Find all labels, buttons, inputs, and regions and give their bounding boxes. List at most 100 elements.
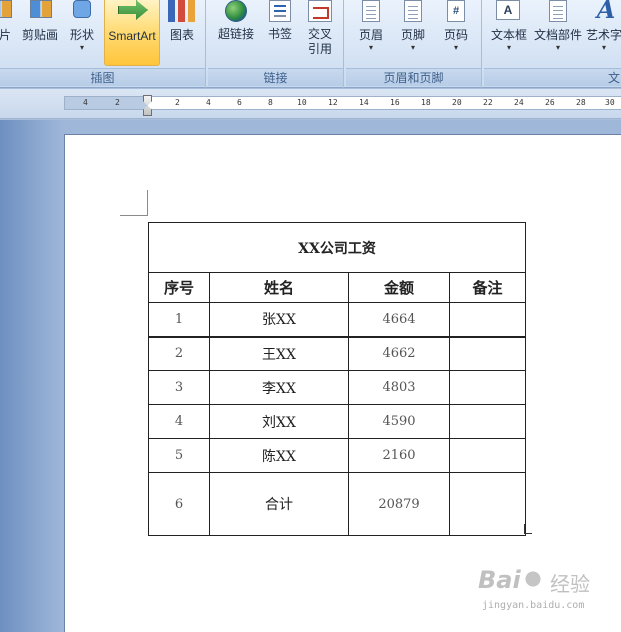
picture-button[interactable]: 片 bbox=[0, 0, 14, 66]
chart-icon bbox=[168, 0, 196, 22]
margin-crop-mark bbox=[147, 190, 148, 216]
picture-icon bbox=[0, 0, 12, 18]
group-caption-header-footer: 页眉和页脚 bbox=[346, 68, 481, 86]
shapes-dropdown-icon: ▾ bbox=[79, 43, 84, 52]
cell-amount[interactable]: 4803 bbox=[348, 370, 450, 405]
cell-total-amount[interactable]: 20879 bbox=[348, 472, 450, 536]
page-number-button[interactable]: # 页码 ▾ bbox=[434, 0, 478, 66]
ruler-tick: 4 bbox=[206, 98, 211, 107]
hyperlink-icon bbox=[225, 0, 247, 22]
header-cell-no[interactable]: 序号 bbox=[148, 272, 210, 303]
ruler-tick: 22 bbox=[483, 98, 493, 107]
ribbon-group-text: A 文本框 ▾ 文档部件 ▾ A 艺术字 ▾ 文 bbox=[484, 0, 621, 88]
shapes-button[interactable]: 形状 ▾ bbox=[64, 0, 100, 66]
ribbon-group-header-footer: 页眉 ▾ 页脚 ▾ # 页码 ▾ 页眉和页脚 bbox=[346, 0, 482, 88]
smartart-button[interactable]: SmartArt bbox=[104, 0, 160, 66]
ruler-tick: 2 bbox=[115, 98, 120, 107]
paw-icon bbox=[520, 566, 546, 592]
quick-parts-icon bbox=[549, 0, 567, 22]
cell-amount[interactable]: 2160 bbox=[348, 438, 450, 473]
table-resize-handle[interactable] bbox=[524, 524, 532, 534]
ruler-tick: 8 bbox=[268, 98, 273, 107]
cross-reference-icon bbox=[308, 0, 332, 22]
footer-icon bbox=[404, 0, 422, 22]
ribbon-group-illustrations: 片 剪贴画 形状 ▾ SmartArt 图表 插图 bbox=[0, 0, 206, 88]
cell-note[interactable] bbox=[449, 404, 526, 439]
cell-amount[interactable]: 4662 bbox=[348, 335, 450, 371]
header-button[interactable]: 页眉 ▾ bbox=[350, 0, 392, 66]
cell-note[interactable] bbox=[449, 302, 526, 337]
cell-note[interactable] bbox=[449, 335, 526, 371]
header-cell-note[interactable]: 备注 bbox=[449, 272, 526, 303]
group-caption-text: 文 bbox=[484, 68, 621, 86]
cell-amount[interactable]: 4664 bbox=[348, 302, 450, 337]
table-title[interactable]: XX公司工资 bbox=[148, 222, 526, 273]
ruler-tick: 30 bbox=[605, 98, 615, 107]
header-dropdown-icon: ▾ bbox=[368, 43, 373, 52]
cell-name[interactable]: 王XX bbox=[209, 335, 349, 371]
ruler-tick: 12 bbox=[328, 98, 338, 107]
cell-no[interactable]: 1 bbox=[148, 302, 210, 337]
ribbon-group-links: 超链接 书签 交叉 引用 链接 bbox=[208, 0, 344, 88]
cell-no[interactable]: 4 bbox=[148, 404, 210, 439]
watermark-logo-cn: 经验 bbox=[550, 574, 590, 596]
cell-no[interactable]: 6 bbox=[148, 472, 210, 536]
page-number-icon: # bbox=[447, 0, 465, 22]
cell-total-label[interactable]: 合计 bbox=[209, 472, 349, 536]
quick-parts-dropdown-icon: ▾ bbox=[555, 43, 560, 52]
cell-name[interactable]: 刘XX bbox=[209, 404, 349, 439]
header-cell-name[interactable]: 姓名 bbox=[209, 272, 349, 303]
table-row-total: 6 合计 20879 bbox=[148, 472, 526, 536]
footer-dropdown-icon: ▾ bbox=[410, 43, 415, 52]
ruler-tick: 18 bbox=[421, 98, 431, 107]
watermark-url: jingyan.baidu.com bbox=[482, 600, 585, 611]
table-row: 4 刘XX 4590 bbox=[148, 404, 526, 439]
cell-amount[interactable]: 4590 bbox=[348, 404, 450, 439]
wordart-dropdown-icon: ▾ bbox=[601, 43, 606, 52]
ruler-tick: 10 bbox=[297, 98, 307, 107]
cell-name[interactable]: 李XX bbox=[209, 370, 349, 405]
bookmark-button[interactable]: 书签 bbox=[260, 0, 300, 66]
cross-reference-button[interactable]: 交叉 引用 bbox=[300, 0, 340, 66]
textbox-icon: A bbox=[496, 0, 520, 20]
cell-no[interactable]: 5 bbox=[148, 438, 210, 473]
quick-parts-button[interactable]: 文档部件 ▾ bbox=[532, 0, 584, 66]
chart-button[interactable]: 图表 bbox=[162, 0, 202, 66]
cell-name[interactable]: 陈XX bbox=[209, 438, 349, 473]
salary-table[interactable]: XX公司工资 序号 姓名 金额 备注 1 张XX 4664 2 王XX 4662… bbox=[148, 222, 526, 536]
header-cell-amount[interactable]: 金额 bbox=[348, 272, 450, 303]
cell-note[interactable] bbox=[449, 370, 526, 405]
table-row: 2 王XX 4662 bbox=[148, 335, 526, 371]
textbox-button[interactable]: A 文本框 ▾ bbox=[486, 0, 532, 66]
cell-note[interactable] bbox=[449, 438, 526, 473]
cell-no[interactable]: 3 bbox=[148, 370, 210, 405]
bookmark-icon bbox=[269, 0, 291, 22]
ruler-tick: 24 bbox=[514, 98, 524, 107]
ruler-tick: 26 bbox=[545, 98, 555, 107]
cell-no[interactable]: 2 bbox=[148, 335, 210, 371]
watermark-logo: Bai bbox=[478, 566, 521, 594]
ruler-tick: 14 bbox=[359, 98, 369, 107]
textbox-dropdown-icon: ▾ bbox=[506, 43, 511, 52]
footer-button[interactable]: 页脚 ▾ bbox=[392, 0, 434, 66]
group-caption-links: 链接 bbox=[208, 68, 343, 86]
smartart-icon bbox=[118, 0, 148, 20]
cell-name[interactable]: 张XX bbox=[209, 302, 349, 337]
ruler-tick: 2 bbox=[175, 98, 180, 107]
page-number-dropdown-icon: ▾ bbox=[453, 43, 458, 52]
shapes-icon bbox=[73, 0, 91, 18]
group-caption-illustrations: 插图 bbox=[0, 68, 205, 86]
clipart-button[interactable]: 剪贴画 bbox=[18, 0, 62, 66]
table-row: 5 陈XX 2160 bbox=[148, 438, 526, 473]
ruler-tick: 6 bbox=[237, 98, 242, 107]
header-icon bbox=[362, 0, 380, 22]
table-row: 1 张XX 4664 bbox=[148, 302, 526, 337]
ruler-tick: 20 bbox=[452, 98, 462, 107]
wordart-icon: A bbox=[596, 0, 616, 24]
hyperlink-button[interactable]: 超链接 bbox=[212, 0, 260, 66]
cell-note[interactable] bbox=[449, 472, 526, 536]
ruler-tick: 4 bbox=[83, 98, 88, 107]
table-row: 3 李XX 4803 bbox=[148, 370, 526, 405]
wordart-button[interactable]: A 艺术字 ▾ bbox=[584, 0, 621, 66]
clipart-icon bbox=[30, 0, 52, 18]
